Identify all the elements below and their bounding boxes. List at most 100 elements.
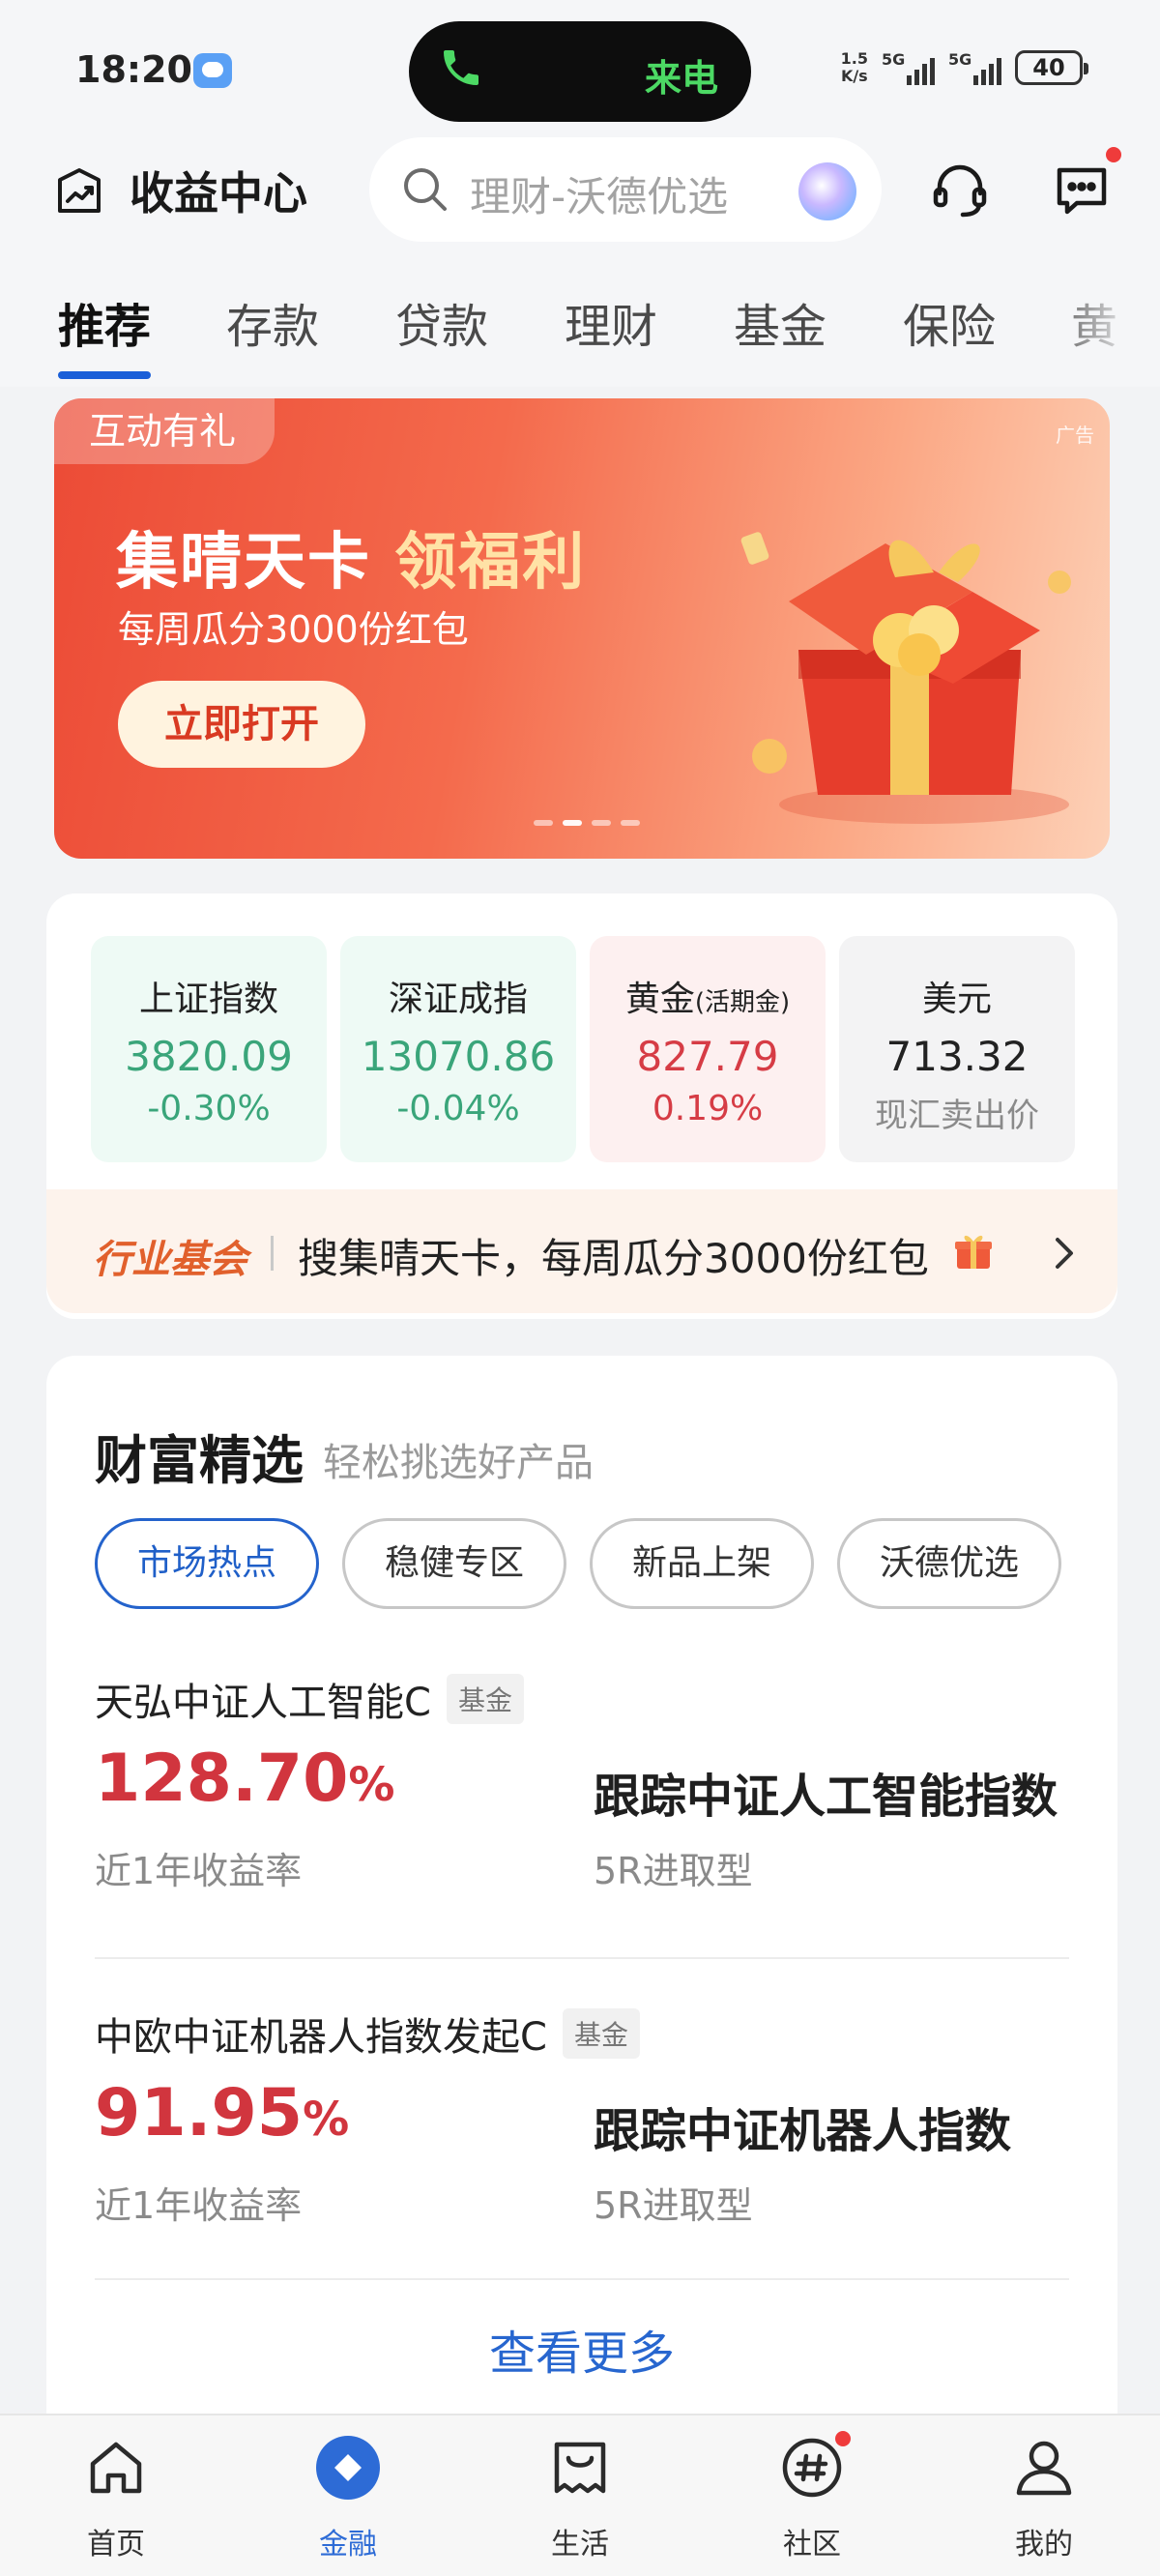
network-speed-unit: K/s (840, 67, 868, 85)
message-notification-icon (193, 53, 232, 88)
signal-type-2: 5G (948, 50, 972, 69)
market-name: 深证成指 (388, 980, 528, 1019)
section-title: 财富精选 (95, 1430, 304, 1491)
return-rate-unit: % (303, 2093, 350, 2147)
signal-type-1: 5G (882, 50, 906, 69)
market-change: -0.04% (396, 1089, 520, 1128)
return-rate-value: 91.95 (95, 2075, 304, 2152)
product-item[interactable]: 天弘中证人工智能C 基金 128.70% 近1年收益率 跟踪中证人工智能指数 5… (95, 1671, 1069, 1913)
category-tabs: 推荐 存款 贷款 理财 基金 保险 黄 (0, 280, 1160, 387)
product-item[interactable]: 中欧中证机器人指数发起C 基金 91.95% 近1年收益率 跟踪中证机器人指数 … (95, 2005, 1069, 2247)
product-name-row: 中欧中证机器人指数发起C 基金 (95, 2005, 640, 2062)
nav-label: 生活 (551, 2528, 609, 2561)
market-overview-card: 上证指数 3820.09 -0.30% 深证成指 13070.86 -0.04%… (46, 893, 1117, 1319)
signal-icon-2: 5G (948, 50, 1001, 85)
divider (95, 2278, 1069, 2280)
status-indicators: 1.5 K/s 5G 5G 40 (841, 50, 1088, 85)
product-type-badge: 基金 (446, 1674, 524, 1724)
product-description: 跟踪中证人工智能指数 (594, 1770, 1058, 1824)
wealth-picks-section: 财富精选 轻松挑选好产品 市场热点 稳健专区 新品上架 沃德优选 天弘中证人工智… (46, 1356, 1117, 2419)
community-icon (779, 2435, 845, 2501)
carousel-dot (534, 820, 553, 826)
chip-wode-select[interactable]: 沃德优选 (837, 1518, 1061, 1609)
promo-banner[interactable]: 互动有礼 广告 集晴天卡 领福利 每周瓜分3000份红包 立即打开 (54, 398, 1110, 859)
status-time: 18:20 (75, 48, 192, 91)
banner-title: 集晴天卡 领福利 (116, 512, 586, 601)
carousel-indicator (534, 820, 640, 826)
header: 收益中心 理财-沃德优选 (0, 135, 1160, 242)
chevron-right-icon (1054, 1236, 1075, 1271)
search-icon (398, 162, 452, 217)
banner-subtitle: 每周瓜分3000份红包 (118, 608, 469, 651)
chip-market-hot[interactable]: 市场热点 (95, 1518, 319, 1609)
market-value: 713.32 (885, 1033, 1029, 1080)
nav-finance[interactable]: 金融 (271, 2415, 425, 2576)
finance-icon (315, 2435, 381, 2501)
community-badge (835, 2431, 851, 2446)
call-label: 来电 (644, 57, 718, 100)
ticker-divider (271, 1236, 274, 1271)
ad-label: 广告 (1056, 424, 1094, 447)
ticker-brand: 行业基会 (93, 1238, 247, 1282)
announcement-ticker[interactable]: 行业基会 搜集晴天卡，每周瓜分3000份红包 (46, 1189, 1117, 1313)
product-risk-level: 5R进取型 (594, 2184, 753, 2227)
tab-deposit[interactable]: 存款 (226, 288, 319, 356)
trend-chart-icon (52, 164, 106, 219)
market-name-suffix: (活期金) (694, 988, 791, 1017)
network-speed: 1.5 K/s (841, 50, 868, 85)
product-name-row: 天弘中证人工智能C 基金 (95, 1671, 524, 1727)
nav-profile[interactable]: 我的 (967, 2415, 1121, 2576)
divider (95, 1957, 1069, 1959)
product-return-rate: 91.95% (95, 2075, 349, 2152)
nav-life[interactable]: 生活 (503, 2415, 657, 2576)
nav-community[interactable]: 社区 (735, 2415, 889, 2576)
search-placeholder: 理财-沃德优选 (470, 173, 729, 220)
nav-label: 我的 (1015, 2528, 1073, 2561)
market-change: 0.19% (652, 1089, 764, 1128)
market-value: 3820.09 (125, 1033, 293, 1080)
market-item-szse[interactable]: 深证成指 13070.86 -0.04% (340, 936, 576, 1162)
battery-icon: 40 (1015, 50, 1088, 85)
bottom-nav: 首页 金融 生活 社区 我的 (0, 2414, 1160, 2576)
market-name: 美元 (921, 980, 992, 1019)
carousel-dot (592, 820, 611, 826)
return-rate-value: 128.70 (95, 1741, 349, 1817)
market-item-sse[interactable]: 上证指数 3820.09 -0.30% (91, 936, 327, 1162)
tab-insurance[interactable]: 保险 (903, 288, 996, 356)
tab-fade (1044, 280, 1160, 377)
tab-recommend[interactable]: 推荐 (58, 288, 151, 356)
banner-tag: 互动有礼 (54, 398, 276, 464)
carousel-dot-active (563, 820, 582, 826)
chip-new[interactable]: 新品上架 (590, 1518, 814, 1609)
open-now-button[interactable]: 立即打开 (118, 681, 365, 768)
tab-wealth-management[interactable]: 理财 (565, 288, 657, 356)
nav-home[interactable]: 首页 (39, 2415, 193, 2576)
ai-assistant-icon[interactable] (798, 162, 856, 220)
market-item-usd[interactable]: 美元 713.32 现汇卖出价 (839, 936, 1075, 1162)
carousel-dot (621, 820, 640, 826)
product-name: 中欧中证机器人指数发起C (95, 2015, 547, 2060)
market-change: -0.30% (147, 1089, 271, 1128)
chip-stable[interactable]: 稳健专区 (342, 1518, 566, 1609)
incoming-call-pill[interactable]: 来电 (409, 21, 751, 122)
product-return-rate: 128.70% (95, 1741, 395, 1817)
tab-fund[interactable]: 基金 (734, 288, 826, 356)
market-item-gold[interactable]: 黄金(活期金) 827.79 0.19% (590, 936, 826, 1162)
gift-icon (953, 1232, 994, 1271)
banner-title-highlight: 领福利 (394, 527, 587, 599)
search-input[interactable]: 理财-沃德优选 (369, 137, 882, 242)
nav-label: 金融 (319, 2528, 377, 2561)
phone-icon (438, 44, 484, 102)
see-more-link[interactable]: 查看更多 (46, 2315, 1117, 2383)
message-icon[interactable] (1052, 161, 1112, 220)
tab-loan[interactable]: 贷款 (395, 288, 488, 356)
product-description: 跟踪中证机器人指数 (594, 2104, 1012, 2158)
signal-icon: 5G (882, 50, 935, 85)
banner-title-main: 集晴天卡 (116, 527, 371, 599)
return-rate-unit: % (348, 1758, 395, 1812)
customer-service-icon[interactable] (928, 159, 992, 222)
status-bar: 18:20 来电 1.5 K/s 5G 5G 40 (0, 0, 1160, 135)
profile-icon (1011, 2435, 1077, 2501)
page-title: 收益中心 (130, 167, 307, 220)
return-rate-label: 近1年收益率 (95, 2184, 303, 2227)
